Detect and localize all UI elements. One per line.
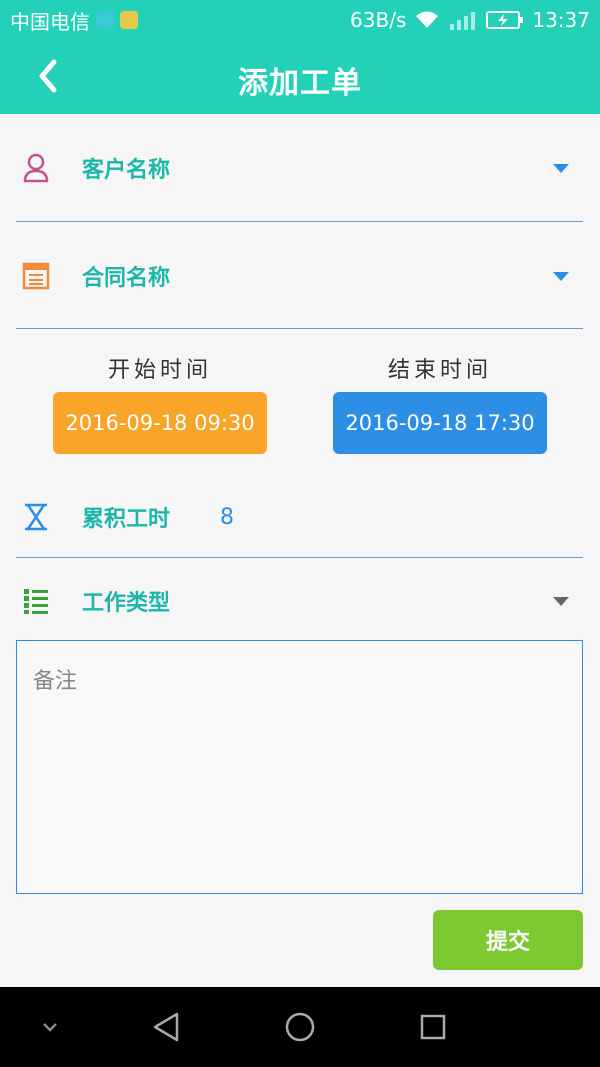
- document-icon: [16, 256, 56, 296]
- list-icon: [16, 581, 56, 621]
- app-bar: 添加工单: [0, 40, 600, 114]
- page-title: 添加工单: [238, 66, 362, 101]
- divider: [16, 328, 583, 329]
- start-time-button[interactable]: 2016-09-18 09:30: [53, 392, 267, 454]
- person-icon: [16, 148, 56, 188]
- network-speed: 63B/s: [350, 8, 407, 32]
- start-time-label: 开始时间: [107, 358, 212, 383]
- notes-placeholder: 备注: [33, 669, 78, 694]
- dropdown-arrow-icon: [553, 163, 569, 173]
- carrier-text: 中国电信: [10, 9, 90, 34]
- submit-button[interactable]: 提交: [433, 910, 583, 970]
- customer-label: 客户名称: [82, 158, 171, 183]
- divider: [16, 221, 583, 222]
- hourglass-icon: [16, 497, 56, 537]
- form-container: 客户名称 合同名称 开始时间 结束时间 2016-09-18 09:30 201…: [0, 114, 600, 987]
- customer-select[interactable]: 客户名称: [16, 146, 583, 190]
- android-icon: [96, 11, 114, 29]
- work-type-select[interactable]: 工作类型: [16, 579, 583, 623]
- contract-label: 合同名称: [82, 266, 171, 291]
- notes-textarea[interactable]: 备注: [16, 640, 583, 894]
- wifi-icon: [416, 11, 439, 28]
- system-nav-bar: [0, 987, 600, 1067]
- battery-charging-icon: [486, 11, 524, 29]
- end-time-label: 结束时间: [387, 358, 492, 383]
- signal-icon: [450, 12, 476, 30]
- app-notification-icon: [120, 11, 138, 29]
- hours-row: 累积工时 8: [16, 495, 583, 539]
- recents-square-icon[interactable]: [413, 1007, 453, 1047]
- work-type-label: 工作类型: [82, 591, 171, 616]
- home-circle-icon[interactable]: [280, 1007, 320, 1047]
- status-bar: 中国电信 63B/s 13:37: [0, 0, 600, 40]
- clock: 13:37: [532, 8, 590, 32]
- hours-label: 累积工时: [82, 507, 171, 532]
- contract-select[interactable]: 合同名称: [16, 254, 583, 298]
- hours-value: 8: [220, 504, 235, 530]
- chevron-down-icon[interactable]: [30, 1007, 70, 1047]
- dropdown-arrow-icon: [553, 271, 569, 281]
- back-triangle-icon[interactable]: [146, 1007, 186, 1047]
- end-time-button[interactable]: 2016-09-18 17:30: [333, 392, 547, 454]
- divider: [16, 557, 583, 558]
- dropdown-arrow-icon: [553, 596, 569, 606]
